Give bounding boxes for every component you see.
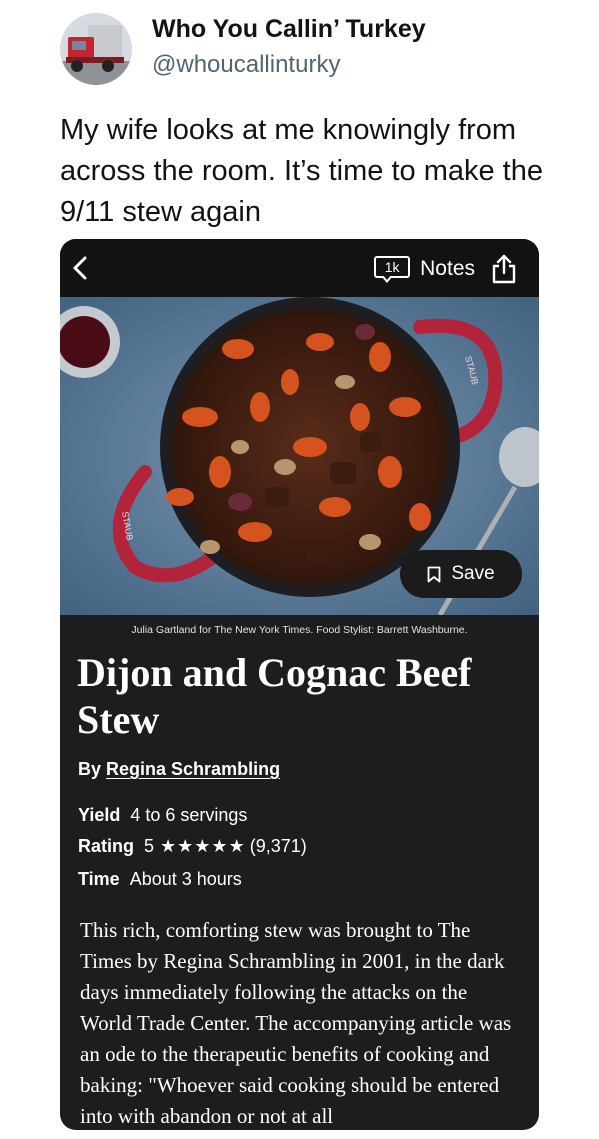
yield-row: Yield 4 to 6 servings <box>78 805 247 826</box>
rating-count: (9,371) <box>249 836 307 856</box>
chevron-left-icon[interactable] <box>66 253 96 283</box>
rating-stars-icon: ★★★★★ <box>160 836 246 856</box>
rating-value: 5 <box>144 836 155 856</box>
yield-label: Yield <box>78 805 121 825</box>
time-value: About 3 hours <box>129 869 242 889</box>
author-link[interactable]: Regina Schrambling <box>106 759 280 779</box>
notes-label: Notes <box>420 257 475 280</box>
app-top-bar: 1k Notes <box>60 239 539 297</box>
byline: By Regina Schrambling <box>78 759 280 780</box>
rating-label: Rating <box>78 836 134 856</box>
display-name[interactable]: Who You Callin’ Turkey <box>152 15 426 44</box>
recipe-screenshot: 1k Notes STAUB STAUB Save Julia Gartland… <box>60 239 539 1130</box>
time-row: Time About 3 hours <box>78 869 242 890</box>
save-label: Save <box>451 563 495 584</box>
tweet-text: My wife looks at me knowingly from acros… <box>60 114 543 228</box>
notes-button[interactable]: 1k Notes <box>374 253 517 285</box>
comment-icon: 1k <box>374 254 411 284</box>
avatar[interactable] <box>60 13 132 85</box>
yield-value: 4 to 6 servings <box>130 805 248 825</box>
save-button[interactable]: Save <box>400 550 522 598</box>
share-icon[interactable] <box>491 254 517 284</box>
recipe-title: Dijon and Cognac Beef Stew <box>77 650 472 742</box>
time-label: Time <box>78 869 120 889</box>
photo-credit: Julia Gartland for The New York Times. F… <box>131 624 468 636</box>
byline-prefix: By <box>78 759 102 779</box>
recipe-description: This rich, comforting stew was brought t… <box>80 918 512 1128</box>
rating-row[interactable]: Rating 5 ★★★★★ (9,371) <box>78 836 307 857</box>
user-handle[interactable]: @whoucallinturky <box>152 51 340 79</box>
notes-count: 1k <box>384 259 400 275</box>
bookmark-icon <box>427 566 441 582</box>
